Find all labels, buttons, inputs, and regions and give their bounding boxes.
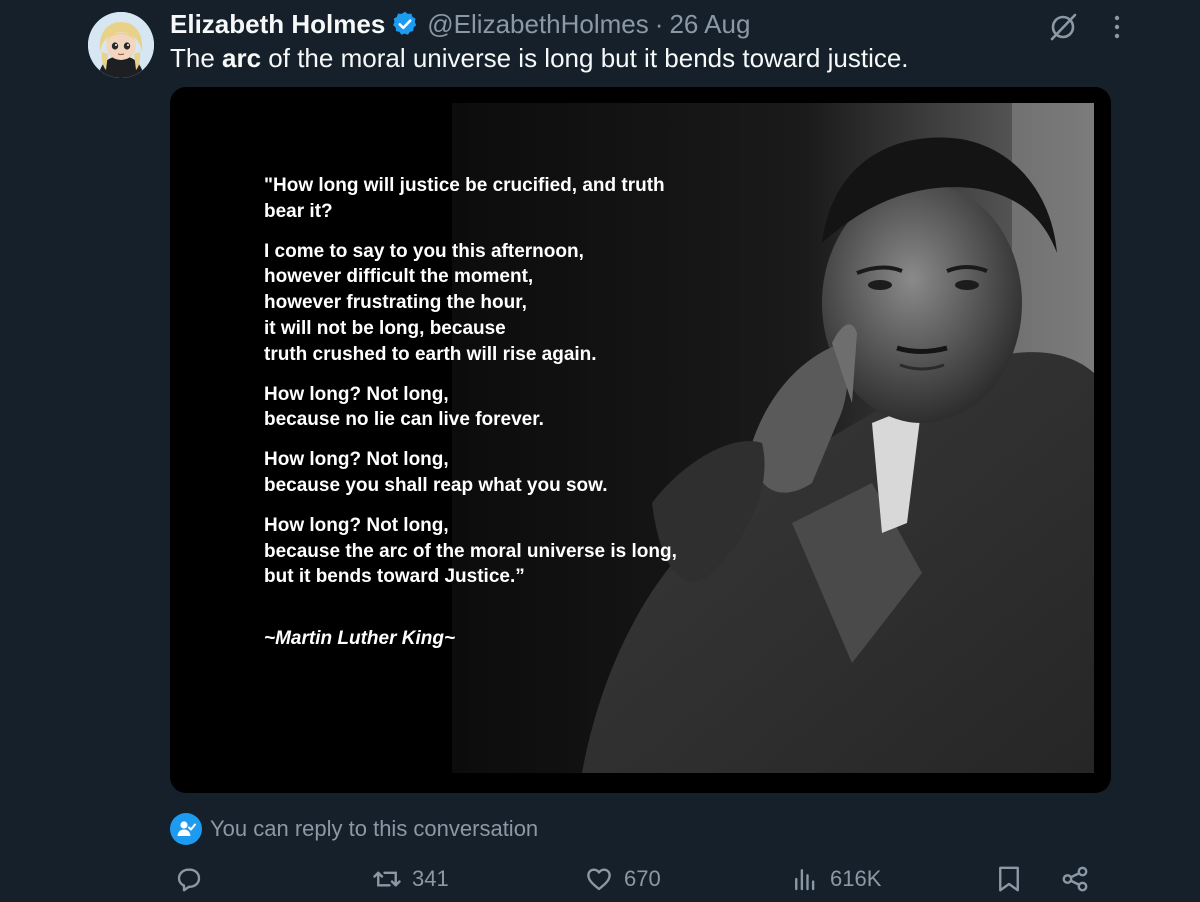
views-button[interactable]: 616K <box>790 862 881 896</box>
tweet-header: Elizabeth Holmes @ElizabethHolmes · 26 A… <box>170 7 750 41</box>
quote-line: I come to say to you this afternoon, <box>264 240 584 262</box>
reply-permission-icon <box>170 813 202 845</box>
quote-line: How long? Not long, <box>264 449 449 471</box>
quote-line: truth crushed to earth will rise again. <box>264 343 597 365</box>
share-icon <box>1062 866 1088 892</box>
bookmark-icon <box>999 866 1019 892</box>
quote-paragraph: "How long will justice be crucified, and… <box>264 173 784 225</box>
retweet-count: 341 <box>412 866 449 891</box>
more-icon[interactable] <box>1108 12 1126 42</box>
reply-notice: You can reply to this conversation <box>170 812 538 846</box>
post-date[interactable]: 26 Aug <box>669 9 750 40</box>
retweet-icon <box>373 871 401 887</box>
tweet-media[interactable]: "How long will justice be crucified, and… <box>170 87 1111 793</box>
reply-notice-text: You can reply to this conversation <box>210 816 539 841</box>
quote-signature: ~Martin Luther King~ <box>264 628 456 650</box>
verified-badge-icon[interactable] <box>391 10 419 38</box>
quote-paragraph: How long? Not long, because you shall re… <box>264 447 784 499</box>
reply-button[interactable] <box>174 862 204 896</box>
quote-line: it will not be long, because <box>264 317 506 339</box>
avatar-image <box>88 12 154 78</box>
grok-icon[interactable] <box>1046 12 1080 42</box>
like-count: 670 <box>624 866 661 891</box>
views-icon <box>795 869 815 891</box>
quote-line: however difficult the moment, <box>264 266 534 288</box>
quote-line: because you shall reap what you sow. <box>264 474 608 496</box>
tweet-text-end: of the moral universe is long but it ben… <box>261 43 909 73</box>
quote-line: however frustrating the hour, <box>264 292 527 314</box>
avatar[interactable] <box>88 12 154 78</box>
quote-line: because the arc of the moral universe is… <box>264 540 677 562</box>
quote-line: because no lie can live forever. <box>264 409 544 431</box>
quote-line: bear it? <box>264 200 333 222</box>
quote-paragraph: How long? Not long, because the arc of t… <box>264 513 784 590</box>
tweet-text-start: The <box>170 43 223 73</box>
reply-icon <box>177 868 201 892</box>
views-count: 616K <box>830 866 882 891</box>
quote-paragraph: How long? Not long, because no lie can l… <box>264 382 784 434</box>
share-button[interactable] <box>1060 862 1090 896</box>
header-separator: · <box>654 8 664 39</box>
quote-line: "How long will justice be crucified, and… <box>264 175 665 196</box>
like-icon <box>587 868 611 891</box>
bookmark-button[interactable] <box>996 862 1022 896</box>
tweet: Elizabeth Holmes @ElizabethHolmes · 26 A… <box>0 0 1200 902</box>
tweet-text: The arc of the moral universe is long bu… <box>170 43 909 77</box>
author-name[interactable]: Elizabeth Holmes <box>170 9 385 40</box>
quote-line: How long? Not long, <box>264 383 449 405</box>
quote-line: How long? Not long, <box>264 514 449 536</box>
author-handle[interactable]: @ElizabethHolmes <box>427 9 648 40</box>
quote-text: "How long will justice be crucified, and… <box>264 173 784 652</box>
tweet-text-bold: arc <box>222 43 262 73</box>
quote-line: but it bends toward Justice.” <box>264 566 525 588</box>
quote-paragraph: I come to say to you this afternoon, how… <box>264 239 784 368</box>
retweet-button[interactable]: 341 <box>372 862 449 896</box>
like-button[interactable]: 670 <box>584 862 661 896</box>
